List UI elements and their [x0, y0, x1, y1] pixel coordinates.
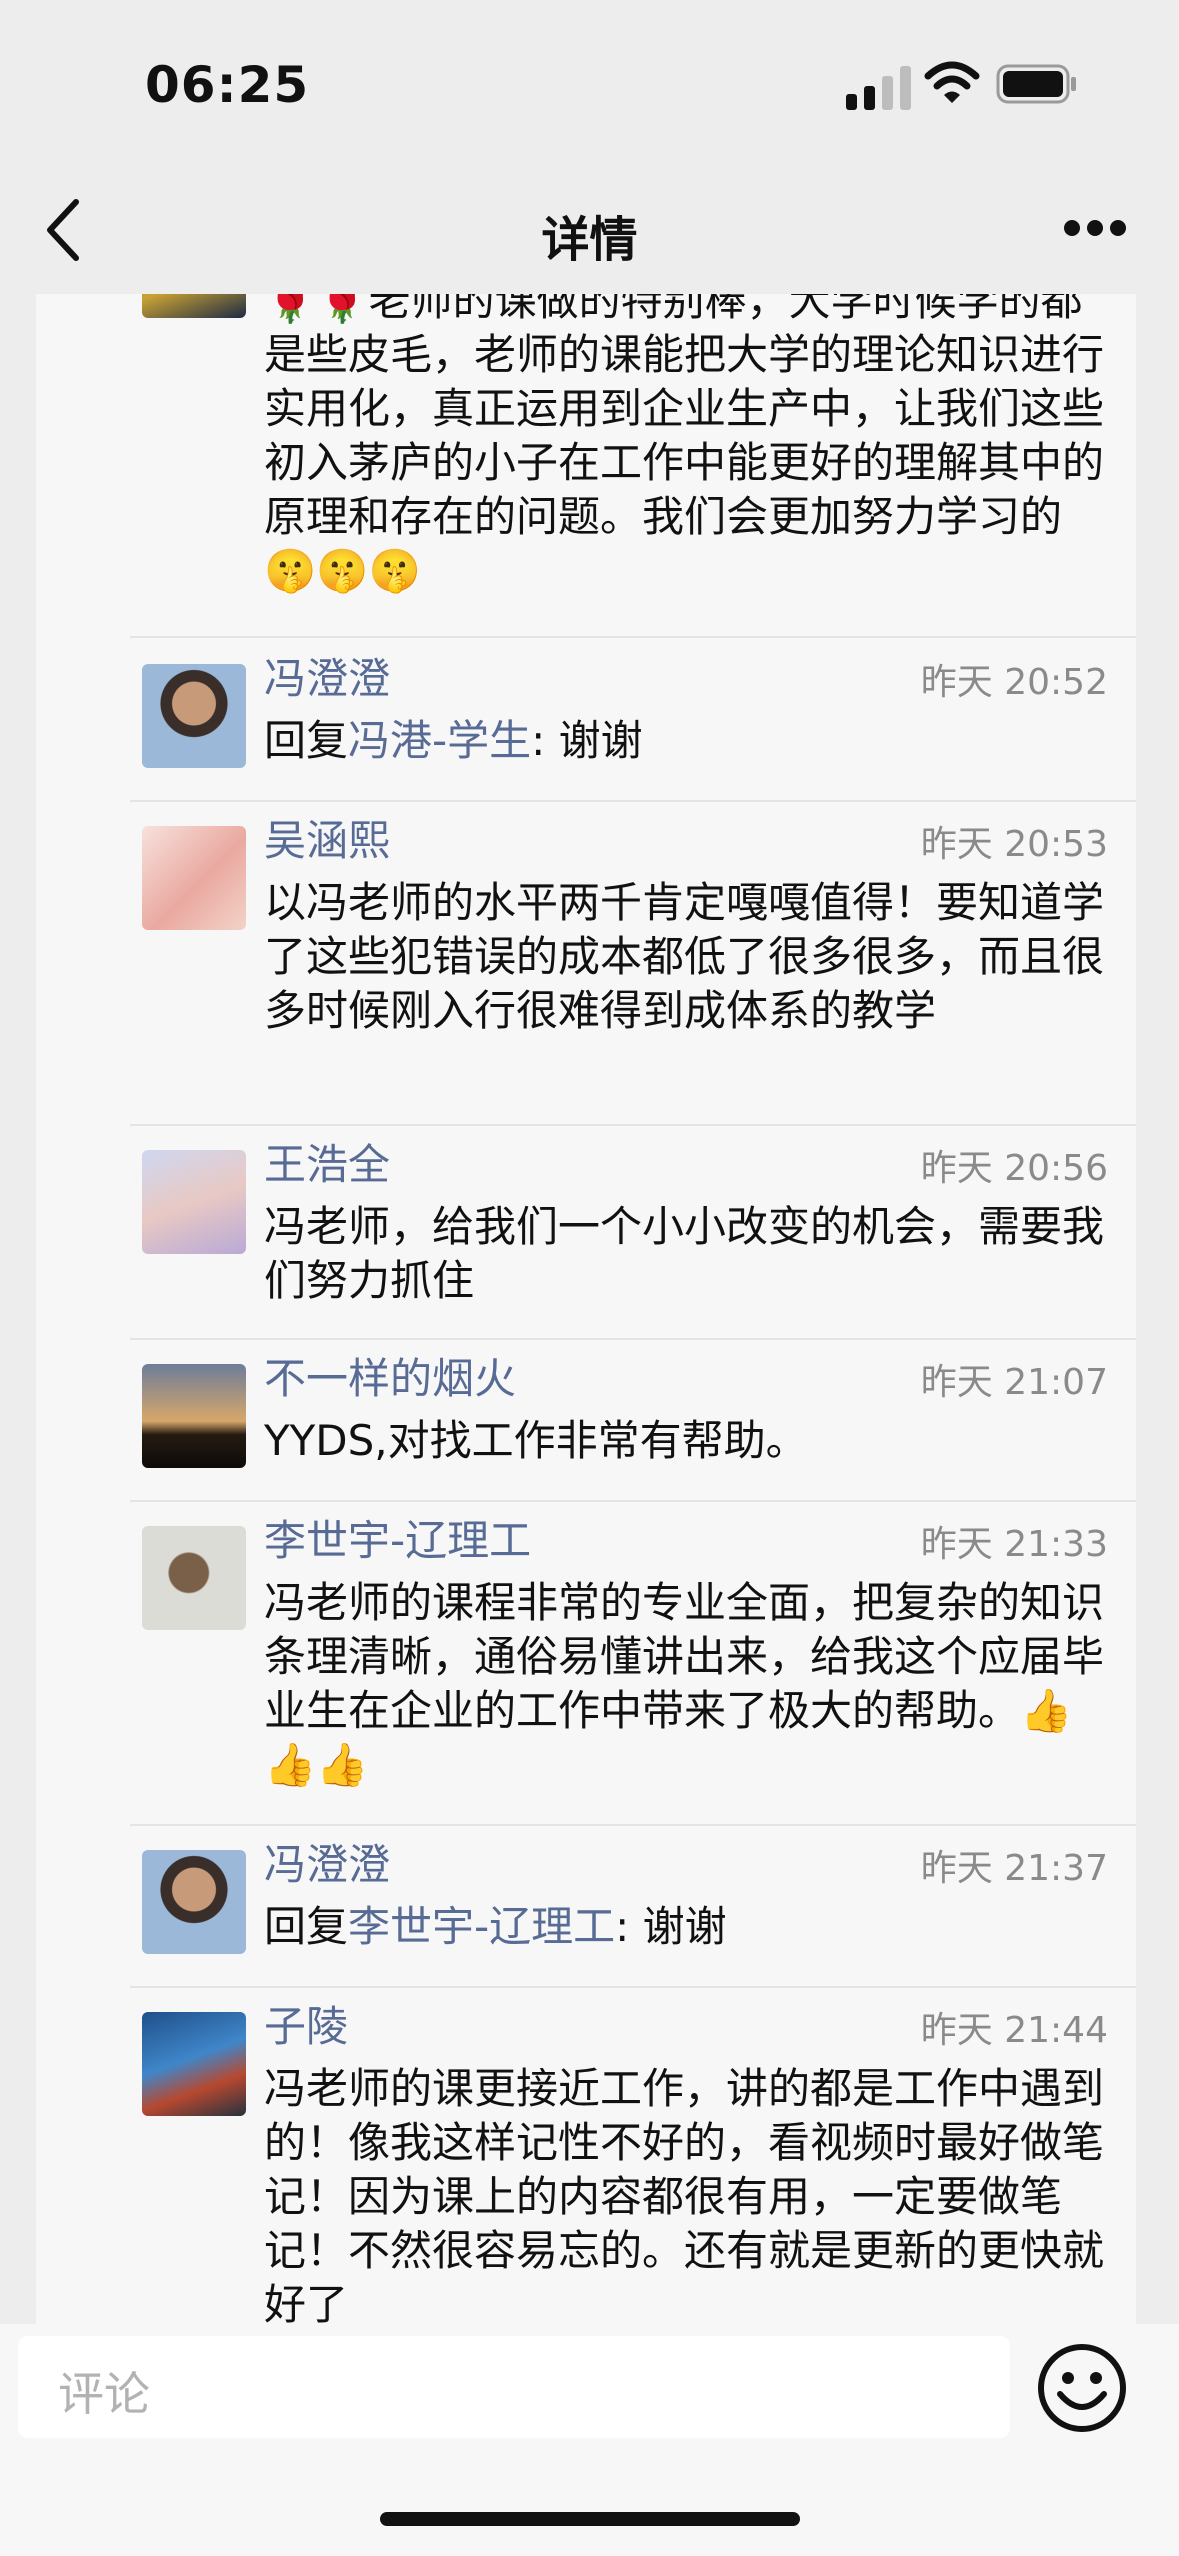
commenter-name[interactable]: 李世宇-辽理工: [264, 1514, 531, 1568]
comment-time: 昨天 20:53: [920, 824, 1108, 865]
comment-text: 回复李世宇-辽理工: 谢谢: [264, 1900, 1108, 1954]
avatar[interactable]: [142, 1150, 246, 1254]
comment-time: 昨天 21:07: [920, 1362, 1108, 1403]
comment-item: 李世宇-辽理工 昨天 21:33 冯老师的课程非常的专业全面，把复杂的知识条理清…: [142, 1514, 1108, 1804]
commenter-name[interactable]: 冯澄澄: [264, 1838, 390, 1892]
comment-item: 不一样的烟火 昨天 21:07 YYDS,对找工作非常有帮助。: [142, 1352, 1108, 1482]
avatar[interactable]: [142, 664, 246, 768]
comment-text: 🌹🌹老师的课做的特别棒，大学时候学的都是些皮毛，老师的课能把大学的理论知识进行实…: [264, 294, 1105, 595]
comment-time: 昨天 20:52: [920, 662, 1108, 703]
comment-time: 昨天 20:56: [920, 1148, 1108, 1189]
divider: [130, 1986, 1136, 1988]
emoji-smile-icon[interactable]: [1036, 2342, 1128, 2434]
reply-text: : 谢谢: [615, 1902, 727, 1951]
comment-list[interactable]: 🌹🌹老师的课做的特别棒，大学时候学的都是些皮毛，老师的课能把大学的理论知识进行实…: [36, 294, 1136, 2324]
commenter-name[interactable]: 不一样的烟火: [264, 1352, 516, 1406]
divider: [130, 1124, 1136, 1126]
comment-text: 冯老师的课程非常的专业全面，把复杂的知识条理清晰，通俗易懂讲出来，给我这个应届毕…: [264, 1578, 1105, 1789]
comment-time: 昨天 21:44: [920, 2010, 1108, 2051]
status-bar: 06:25: [0, 0, 1179, 170]
home-indicator: [380, 2512, 800, 2526]
comment-text: 回复冯港-学生: 谢谢: [264, 714, 1108, 768]
commenter-name[interactable]: 吴涵熙: [264, 814, 390, 868]
divider: [130, 1824, 1136, 1826]
comment-text: YYDS,对找工作非常有帮助。: [264, 1416, 808, 1465]
comment-item: 冯澄澄 昨天 21:37 回复李世宇-辽理工: 谢谢: [142, 1838, 1108, 1968]
comment-input[interactable]: 评论: [18, 2336, 1010, 2438]
comment-item: 子陵 昨天 21:44 冯老师的课更接近工作，讲的都是工作中遇到的！像我这样记性…: [142, 2000, 1108, 2324]
cellular-signal-icon: [846, 62, 912, 110]
more-dots-icon[interactable]: [1064, 220, 1126, 244]
comment-text: 冯老师的课更接近工作，讲的都是工作中遇到的！像我这样记性不好的，看视频时最好做笔…: [264, 2064, 1105, 2324]
reply-text: : 谢谢: [531, 716, 643, 765]
avatar[interactable]: [142, 1526, 246, 1630]
avatar[interactable]: [142, 826, 246, 930]
divider: [130, 800, 1136, 802]
comment-text: 以冯老师的水平两千肯定嘎嘎值得！要知道学了这些犯错误的成本都低了很多很多，而且很…: [264, 878, 1105, 1035]
avatar[interactable]: [142, 1850, 246, 1954]
divider: [130, 1338, 1136, 1340]
comment-text: 冯老师，给我们一个小小改变的机会，需要我们努力抓住: [264, 1202, 1105, 1305]
reply-prefix: 回复: [264, 716, 349, 765]
comment-item: 🌹🌹老师的课做的特别棒，大学时候学的都是些皮毛，老师的课能把大学的理论知识进行实…: [142, 294, 1108, 604]
commenter-name[interactable]: 王浩全: [264, 1138, 390, 1192]
reply-prefix: 回复: [264, 1902, 349, 1951]
avatar[interactable]: [142, 2012, 246, 2116]
reply-to-user[interactable]: 冯港-学生: [348, 716, 531, 765]
reply-to-user[interactable]: 李世宇-辽理工: [348, 1902, 615, 1951]
comment-item: 冯澄澄 昨天 20:52 回复冯港-学生: 谢谢: [142, 652, 1108, 782]
page-title: 详情: [541, 212, 638, 268]
avatar[interactable]: [142, 1364, 246, 1468]
battery-icon: [996, 64, 1076, 104]
divider: [130, 636, 1136, 638]
comment-item: 王浩全 昨天 20:56 冯老师，给我们一个小小改变的机会，需要我们努力抓住: [142, 1138, 1108, 1318]
avatar[interactable]: [142, 294, 246, 318]
comment-input-placeholder: 评论: [58, 2367, 150, 2421]
divider: [130, 1500, 1136, 1502]
status-time: 06:25: [145, 56, 310, 114]
nav-bar: 详情: [0, 170, 1179, 294]
comment-time: 昨天 21:33: [920, 1524, 1108, 1565]
comment-time: 昨天 21:37: [920, 1848, 1108, 1889]
commenter-name[interactable]: 子陵: [264, 2000, 348, 2054]
comment-item: 吴涵熙 昨天 20:53 以冯老师的水平两千肯定嘎嘎值得！要知道学了这些犯错误的…: [142, 814, 1108, 1104]
wifi-icon: [924, 61, 980, 103]
commenter-name[interactable]: 冯澄澄: [264, 652, 390, 706]
